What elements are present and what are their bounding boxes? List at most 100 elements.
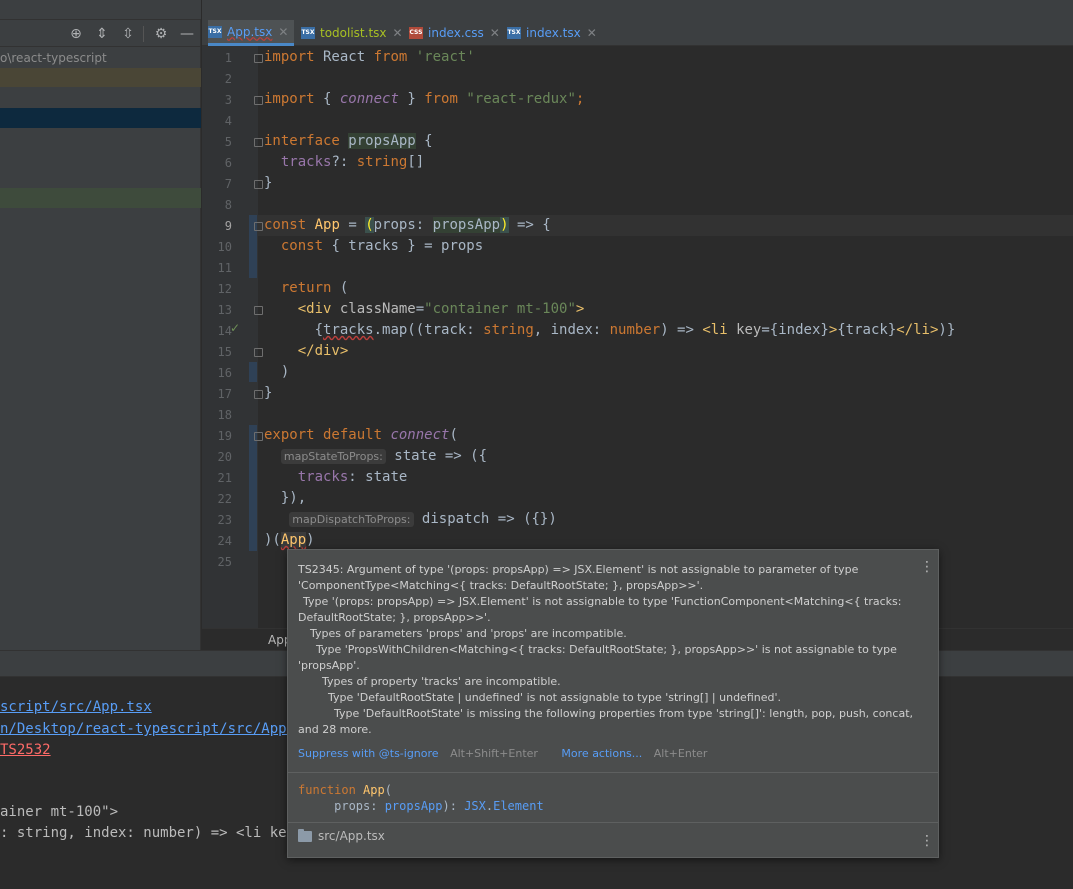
line-number: 5 <box>224 135 232 149</box>
terminal-line: ainer mt-100"> <box>0 804 119 820</box>
shortcut-label: Alt+Enter <box>653 747 708 760</box>
tsx-file-icon: TSX <box>507 27 521 39</box>
line-number: 19 <box>217 429 232 443</box>
line-number: 10 <box>217 240 232 254</box>
code-line: {tracks.map((track: string, index: numbe… <box>264 322 956 338</box>
source-file-link[interactable]: src/App.tsx <box>298 828 385 843</box>
fold-marker-icon[interactable] <box>254 306 263 315</box>
project-path[interactable]: o\react-typescript <box>0 51 107 65</box>
code-line: interface propsApp { <box>264 133 433 149</box>
project-panel-title-bar <box>0 0 201 20</box>
line-number: 24 <box>217 534 232 548</box>
code-line: }), <box>264 490 307 506</box>
tree-row-selected[interactable] <box>0 108 201 128</box>
error-message-line: 'ComponentType<Matching<{ tracks: Defaul… <box>298 579 704 592</box>
check-icon: ✓ <box>230 321 241 335</box>
error-message-line: Type '(props: propsApp) => JSX.Element' … <box>303 595 902 608</box>
fold-marker-icon[interactable] <box>254 432 263 441</box>
fold-marker-icon[interactable] <box>254 222 263 231</box>
minimize-icon[interactable]: — <box>178 25 196 43</box>
shortcut-label: Alt+Shift+Enter <box>450 747 538 760</box>
line-number: 9 <box>224 219 232 233</box>
error-message-line: Type 'PropsWithChildren<Matching<{ track… <box>316 643 897 656</box>
error-message-line: TS2345: Argument of type '(props: propsA… <box>298 563 859 576</box>
tree-row-highlight[interactable] <box>0 188 201 208</box>
error-message-line: and 28 more. <box>298 723 372 736</box>
window-top-strip <box>202 0 1073 20</box>
code-line: )(App) <box>264 532 315 548</box>
close-icon[interactable]: ✕ <box>278 25 288 39</box>
tab-label: todolist.tsx <box>320 26 387 40</box>
line-number: 4 <box>224 114 232 128</box>
fold-marker-icon[interactable] <box>254 54 263 63</box>
tab-app-tsx[interactable]: TSX App.tsx ✕ <box>208 20 295 46</box>
line-number: 12 <box>217 282 232 296</box>
tab-label: App.tsx <box>227 24 273 39</box>
css-file-icon: CSS <box>409 27 423 39</box>
tab-index-css[interactable]: CSS index.css ✕ <box>409 20 500 46</box>
tab-index-tsx[interactable]: TSX index.tsx ✕ <box>507 20 597 46</box>
close-icon[interactable]: ✕ <box>393 26 403 40</box>
code-line: const { tracks } = props <box>280 238 484 254</box>
line-number: 2 <box>224 72 232 86</box>
error-message-line: DefaultRootState; }, propsApp>>'. <box>298 611 491 624</box>
line-number: 14 <box>217 324 232 338</box>
fold-marker-icon[interactable] <box>254 180 263 189</box>
error-message-line: Type 'DefaultRootState | undefined' is n… <box>328 691 781 704</box>
line-number: 17 <box>217 387 232 401</box>
error-code-link[interactable]: TS2532 <box>0 742 51 758</box>
line-number: 15 <box>217 345 232 359</box>
expand-all-icon[interactable]: ⇕ <box>93 25 111 43</box>
line-number: 22 <box>217 492 232 506</box>
code-line: import { connect } from "react-redux"; <box>264 91 585 107</box>
gear-icon[interactable]: ⚙ <box>152 25 170 43</box>
code-editor[interactable]: 1 2 3 4 5 6 7 8 9 10 11 12 13 14 15 16 1… <box>202 46 1073 628</box>
fold-marker-icon[interactable] <box>254 390 263 399</box>
more-options-icon[interactable]: ⋮ <box>920 560 934 574</box>
code-line: } <box>264 175 273 191</box>
tab-label: index.css <box>428 26 484 40</box>
param-hint: mapDispatchToProps: <box>289 512 414 527</box>
file-link[interactable]: n/Desktop/react-typescript/src/App.t <box>0 721 303 737</box>
line-number: 3 <box>224 93 232 107</box>
quick-actions: Suppress with @ts-ignore Alt+Shift+Enter… <box>298 747 707 760</box>
suppress-ts-ignore-link[interactable]: Suppress with @ts-ignore <box>298 747 439 760</box>
close-icon[interactable]: ✕ <box>587 26 597 40</box>
code-line: tracks?: string[] <box>280 154 425 170</box>
fold-marker-icon[interactable] <box>254 96 263 105</box>
code-line: export default connect( <box>264 427 458 443</box>
tsx-file-icon: TSX <box>208 25 222 38</box>
fold-marker-icon[interactable] <box>254 348 263 357</box>
close-icon[interactable]: ✕ <box>490 26 500 40</box>
more-options-icon[interactable]: ⋮ <box>920 834 934 848</box>
editor-tabs: TSX App.tsx ✕ TSX todolist.tsx ✕ CSS ind… <box>202 20 1073 46</box>
locate-icon[interactable]: ⊕ <box>67 25 85 43</box>
line-number: 13 <box>217 303 232 317</box>
code-line: } <box>264 385 273 401</box>
line-number: 25 <box>217 555 232 569</box>
more-actions-link[interactable]: More actions... <box>561 747 642 760</box>
line-number: 18 <box>217 408 232 422</box>
error-message-line: Type 'DefaultRootState' is missing the f… <box>334 707 914 720</box>
error-message-line: Types of parameters 'props' and 'props' … <box>310 627 627 640</box>
code-line: ) <box>264 364 290 380</box>
tab-todolist-tsx[interactable]: TSX todolist.tsx ✕ <box>301 20 403 46</box>
error-message-line: 'propsApp'. <box>298 659 360 672</box>
terminal-line: script/src/App.tsx <box>0 699 152 715</box>
line-number: 1 <box>224 51 232 65</box>
terminal-line: TS2532 <box>0 742 51 758</box>
fold-marker-icon[interactable] <box>254 138 263 147</box>
line-number: 8 <box>224 198 232 212</box>
toolbar-divider <box>143 26 144 42</box>
line-number: 21 <box>217 471 232 485</box>
code-line: </div> <box>297 343 349 359</box>
tree-row-highlight[interactable] <box>0 68 201 87</box>
code-line: import React from 'react' <box>264 49 475 65</box>
project-toolbar: ⊕ ⇕ ⇳ ⚙ — <box>0 21 201 47</box>
param-hint: mapStateToProps: <box>280 449 386 464</box>
file-link[interactable]: script/src/App.tsx <box>0 699 152 715</box>
collapse-all-icon[interactable]: ⇳ <box>119 25 137 43</box>
line-number: 16 <box>217 366 232 380</box>
line-number: 23 <box>217 513 232 527</box>
line-number: 7 <box>224 177 232 191</box>
